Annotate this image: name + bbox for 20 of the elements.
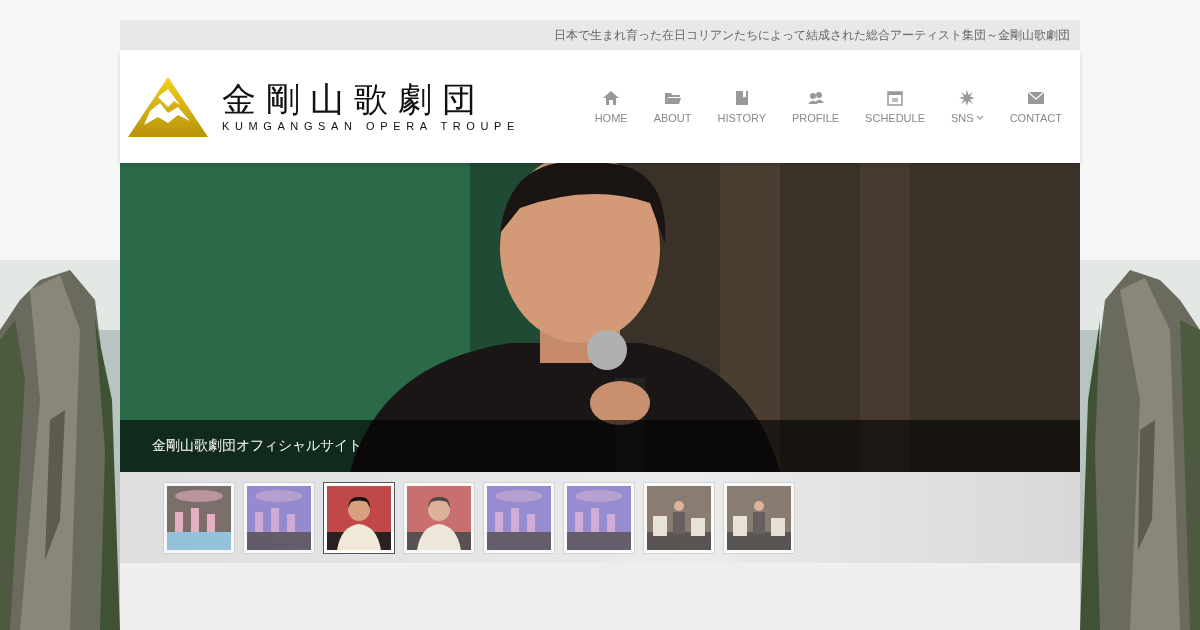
tagline: 日本で生まれ育った在日コリアンたちによって結成された総合アーティスト集団～金剛山歌劇団	[554, 26, 1070, 44]
nav-link[interactable]: SCHEDULE	[865, 89, 925, 124]
nav-link[interactable]: ABOUT	[653, 89, 692, 124]
slide-caption: 金剛山歌劇団オフィシャルサイト	[152, 437, 362, 455]
home-icon	[603, 89, 620, 106]
thumbnail[interactable]	[323, 481, 395, 554]
nav-link[interactable]: PROFILE	[792, 89, 840, 124]
mail-icon	[1027, 89, 1044, 106]
logo-subtitle: KUMGANGSAN OPERA TROUPE	[222, 120, 520, 133]
nav-link[interactable]: CONTACT	[1009, 89, 1062, 124]
calendar-icon	[887, 89, 904, 106]
nav-link[interactable]: HOME	[594, 89, 628, 124]
nav-link[interactable]: SNS	[951, 89, 984, 124]
caret-icon	[975, 114, 984, 121]
people-icon	[807, 89, 824, 106]
logo-title: 金剛山歌劇団	[222, 80, 487, 119]
mountain-logo-icon	[128, 76, 208, 137]
asterisk-icon	[959, 89, 976, 106]
book-icon	[733, 89, 750, 106]
nav-link[interactable]: HISTORY	[717, 89, 767, 124]
